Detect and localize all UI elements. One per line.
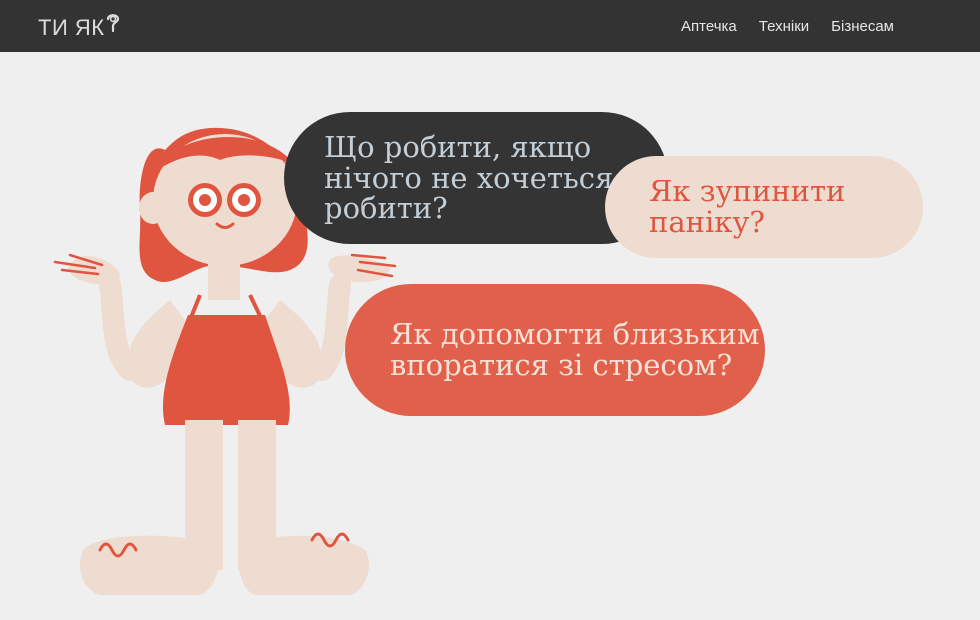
nav-link-aptechka[interactable]: Аптечка: [681, 18, 737, 35]
site-logo[interactable]: ТИ ЯК: [38, 12, 120, 43]
top-navigation-bar: ТИ ЯК Аптечка Техніки Бізнесам: [0, 0, 980, 52]
question-text-help-loved-ones: Як допомогти близьким впоратися зі стрес…: [390, 317, 760, 382]
question-bubble-help-loved-ones[interactable]: Як допомогти близьким впоратися зі стрес…: [345, 284, 765, 416]
logo-text: ТИ ЯК: [38, 14, 105, 40]
nav-link-biznesam[interactable]: Бізнесам: [831, 18, 894, 35]
question-mark-logo-icon: [106, 12, 120, 43]
question-text-stop-panic: Як зупинити паніку?: [649, 174, 846, 239]
main-nav: Аптечка Техніки Бізнесам: [681, 0, 894, 52]
question-bubble-stop-panic[interactable]: Як зупинити паніку?: [605, 156, 923, 258]
nav-link-tekhniky[interactable]: Техніки: [759, 18, 809, 35]
question-text-no-motivation: Що робити, якщо нічого не хочеться робит…: [324, 129, 614, 226]
